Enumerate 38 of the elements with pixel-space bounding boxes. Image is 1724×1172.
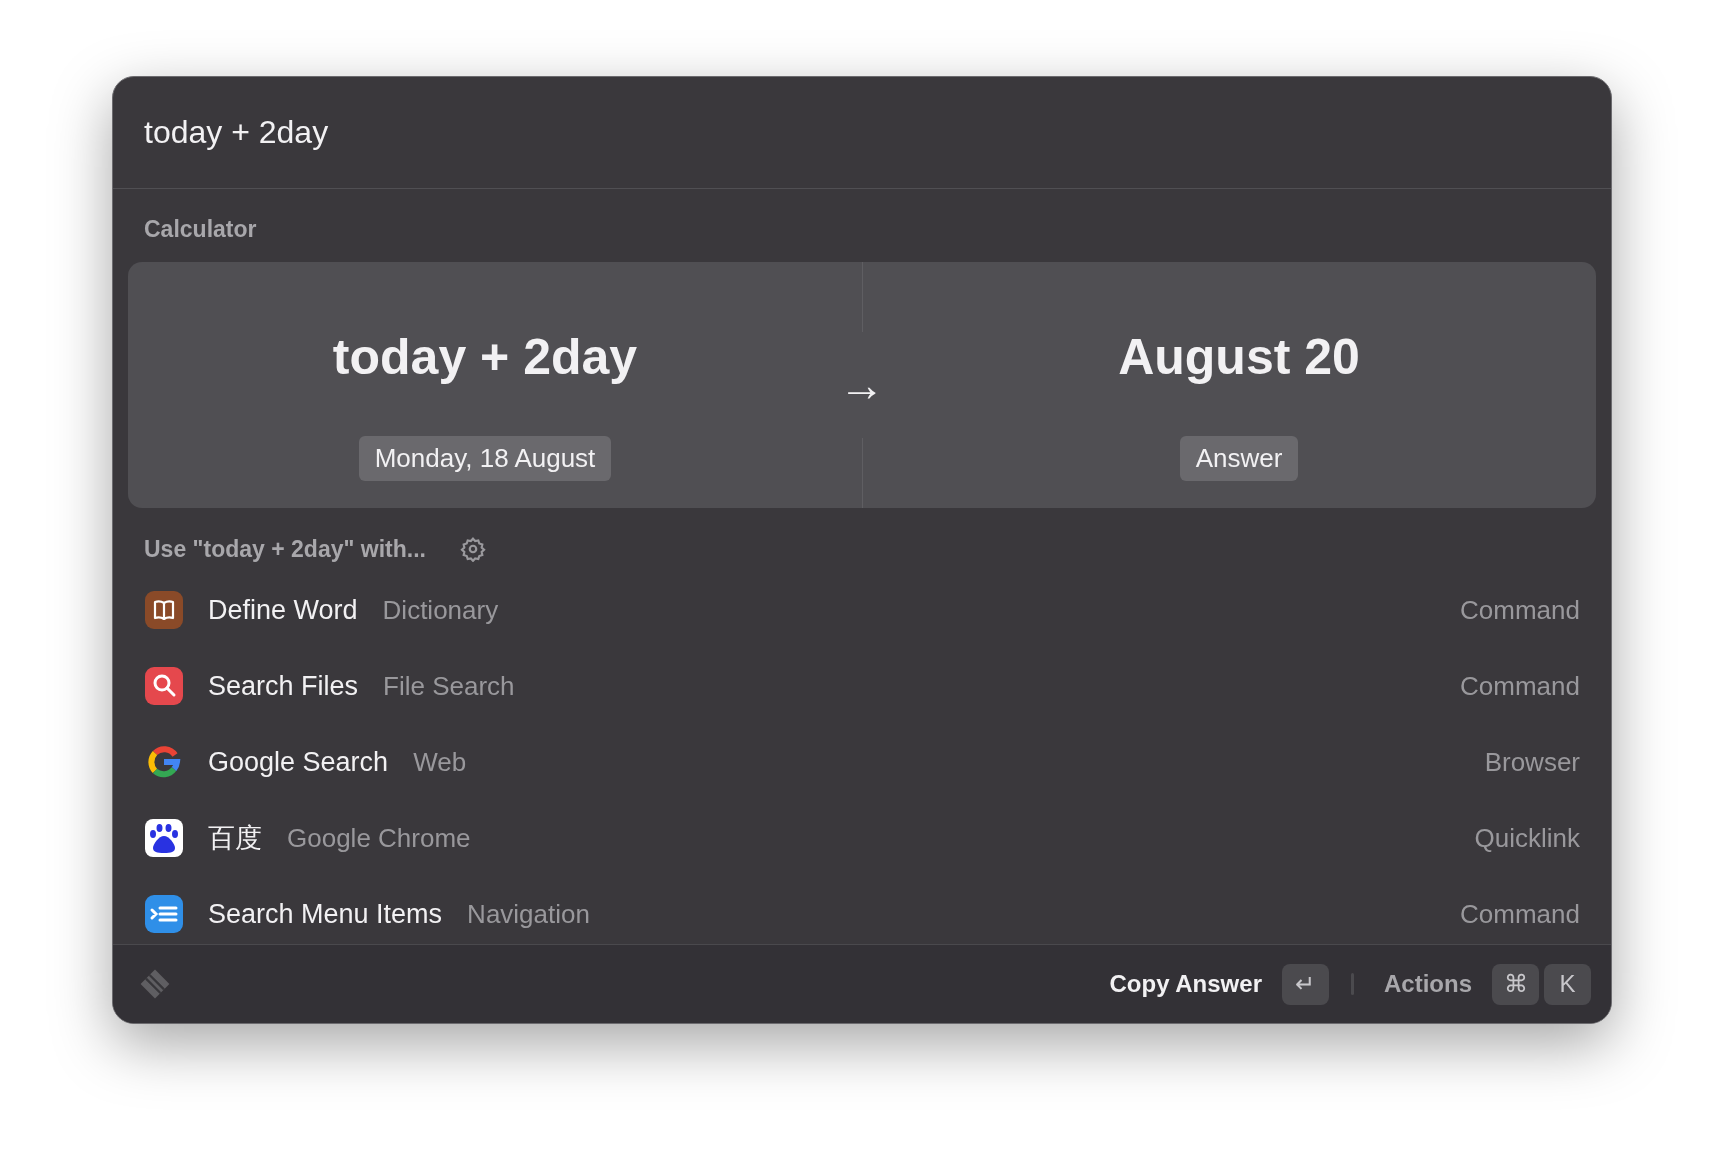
expression-text: today + 2day [332,328,638,386]
settings-icon[interactable] [459,536,486,562]
result-hint: Answer [1179,436,1299,481]
search-icon [145,667,183,705]
result-row[interactable]: Define Word Dictionary Command [113,572,1611,648]
search-field[interactable]: today + 2day [144,114,744,151]
item-subtitle: Web [413,746,467,778]
actions-button[interactable]: Actions [1376,966,1480,1002]
item-subtitle: Dictionary [382,594,499,626]
item-type: Quicklink [1474,822,1580,854]
result-row[interactable]: Google Search Web Browser [113,724,1611,800]
keyboard-key: ↵ [1282,963,1329,1005]
copy-answer-button[interactable]: Copy Answer [1101,966,1270,1002]
item-title: Define Word [208,594,358,626]
arrow-symbol: → [839,358,885,413]
result-row[interactable]: Search Files File Search Command [113,648,1611,724]
section-heading: Use "today + 2day" with... [144,535,426,563]
keyboard-key: K [1544,963,1591,1005]
item-type: Browser [1484,746,1580,778]
keyboard-key: ⌘ [1492,963,1539,1005]
item-title: Google Search [208,746,389,778]
item-type: Command [1460,594,1580,626]
item-type: Command [1460,670,1580,702]
section-heading: Calculator [143,215,258,243]
item-subtitle: Google Chrome [287,822,471,854]
expression-hint: Monday, 18 August [358,436,612,481]
result-row[interactable]: 百度 Google Chrome Quicklink [113,800,1611,876]
item-title: Search Files [208,670,359,702]
item-type: Command [1460,898,1580,930]
result-row[interactable]: Search Menu Items Navigation Command [113,876,1611,944]
item-subtitle: Navigation [467,898,590,930]
item-title: 百度 [208,822,262,855]
menu-list-icon [145,895,183,933]
paw-icon [145,819,183,857]
item-title: Search Menu Items [208,898,443,930]
book-icon [145,591,183,629]
result-text: August 20 [1118,328,1360,386]
item-subtitle: File Search [383,670,515,702]
